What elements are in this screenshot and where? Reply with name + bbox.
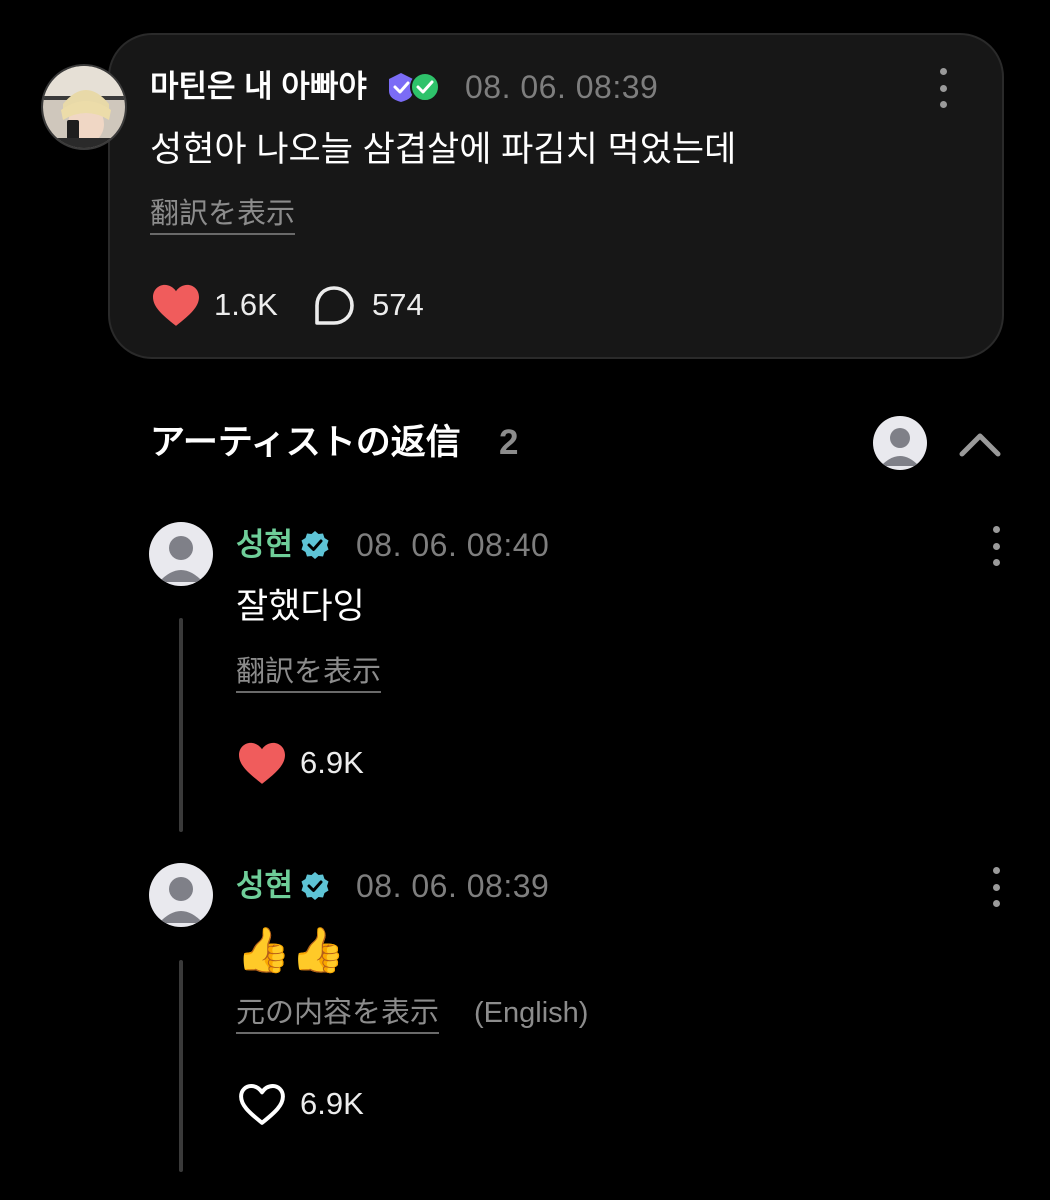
default-avatar-icon [159,536,203,582]
artist-replies-title: アーティストの返信 [150,423,461,462]
reply-author-name[interactable]: 성현 [236,524,293,566]
post-username[interactable]: 마틴은 내 아빠야 [150,66,367,108]
reply-more-options-icon[interactable] [989,526,1003,566]
reply-author-name[interactable]: 성현 [236,865,293,907]
verified-badge-icon [301,531,329,559]
post-timestamp: 08. 06. 08:39 [465,69,659,105]
reply-more-options-icon[interactable] [989,867,1003,907]
heart-filled-icon [153,284,199,326]
thread-line [179,960,183,1172]
reply-translate-link[interactable]: 翻訳を表示 [236,653,382,693]
artist-replies-count: 2 [499,423,519,462]
reply-like-button[interactable] [236,1081,288,1127]
reply-like-count: 6.9K [300,745,364,780]
reply-like-button[interactable] [236,740,288,786]
reply-emoji-text: 👍👍 [236,926,346,975]
like-count: 1.6K [214,287,278,322]
speech-bubble-icon [315,286,354,325]
reply-timestamp: 08. 06. 08:40 [356,527,550,563]
post-text: 성현아 나오늘 삼겹살에 파김치 먹었는데 [150,130,737,169]
verified-badge-icon [301,872,329,900]
post-more-options-icon[interactable] [936,68,950,108]
comment-button[interactable] [312,284,356,328]
default-avatar-icon [159,877,203,923]
thread-line [179,618,183,832]
default-avatar-icon [881,428,919,466]
chevron-up-icon[interactable] [958,424,1002,464]
reply-text: 잘했다잉 [236,587,365,626]
post-translate-link[interactable]: 翻訳を表示 [150,195,296,235]
heart-outline-icon [239,1084,285,1125]
reply-like-count: 6.9K [300,1086,364,1121]
reply-language-note: (English) [474,997,589,1029]
heart-filled-icon [239,742,285,784]
avatar-photo-icon [43,66,125,148]
comment-count: 574 [372,287,424,322]
reply-timestamp: 08. 06. 08:39 [356,868,550,904]
user-avatar[interactable] [41,64,127,150]
reply-avatar[interactable] [149,522,213,586]
membership-badges-icon [389,72,440,102]
like-button[interactable] [150,282,202,328]
artist-avatar[interactable] [873,416,927,470]
reply-show-original-link[interactable]: 元の内容を表示 [236,994,440,1034]
reply-avatar[interactable] [149,863,213,927]
